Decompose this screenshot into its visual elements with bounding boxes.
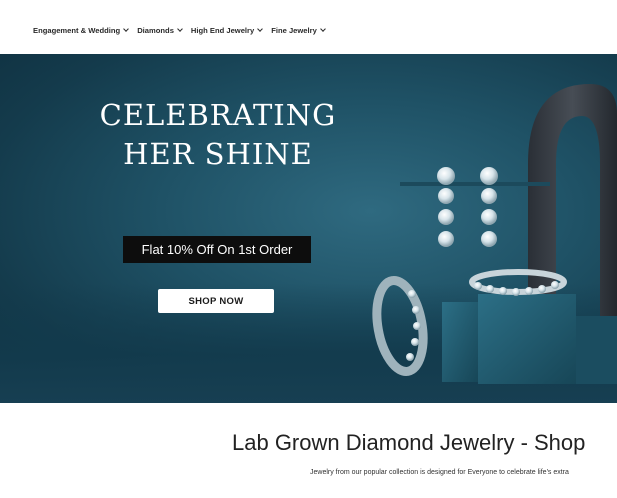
shop-now-button[interactable]: SHOP NOW: [158, 289, 274, 313]
nav-high-end-jewelry[interactable]: High End Jewelry: [190, 25, 264, 35]
nav-label: Engagement & Wedding: [33, 25, 121, 35]
promo-badge: Flat 10% Off On 1st Order: [123, 236, 311, 263]
nav-diamonds[interactable]: Diamonds: [137, 25, 183, 35]
section-title: Lab Grown Diamond Jewelry - Shop: [232, 430, 586, 455]
nav-label: High End Jewelry: [190, 25, 255, 35]
nav-engagement-wedding[interactable]: Engagement & Wedding: [33, 25, 130, 35]
nav-label: Fine Jewelry: [271, 25, 317, 35]
chevron-down-icon: [177, 26, 183, 32]
jewelry-image: [372, 84, 617, 384]
main-nav: Engagement & Wedding Diamonds High End J…: [33, 22, 326, 38]
nav-label: Diamonds: [137, 25, 174, 35]
nav-fine-jewelry[interactable]: Fine Jewelry: [271, 25, 326, 35]
chevron-down-icon: [123, 26, 130, 32]
chevron-down-icon: [319, 26, 326, 32]
section-description: Jewelry from our popular collection is d…: [310, 469, 569, 476]
hero-title-line1: CELEBRATING: [99, 98, 337, 132]
hero-title-line2: HER SHINE: [123, 137, 313, 171]
chevron-down-icon: [257, 26, 264, 32]
hero-title: CELEBRATING HER SHINE: [96, 96, 340, 174]
